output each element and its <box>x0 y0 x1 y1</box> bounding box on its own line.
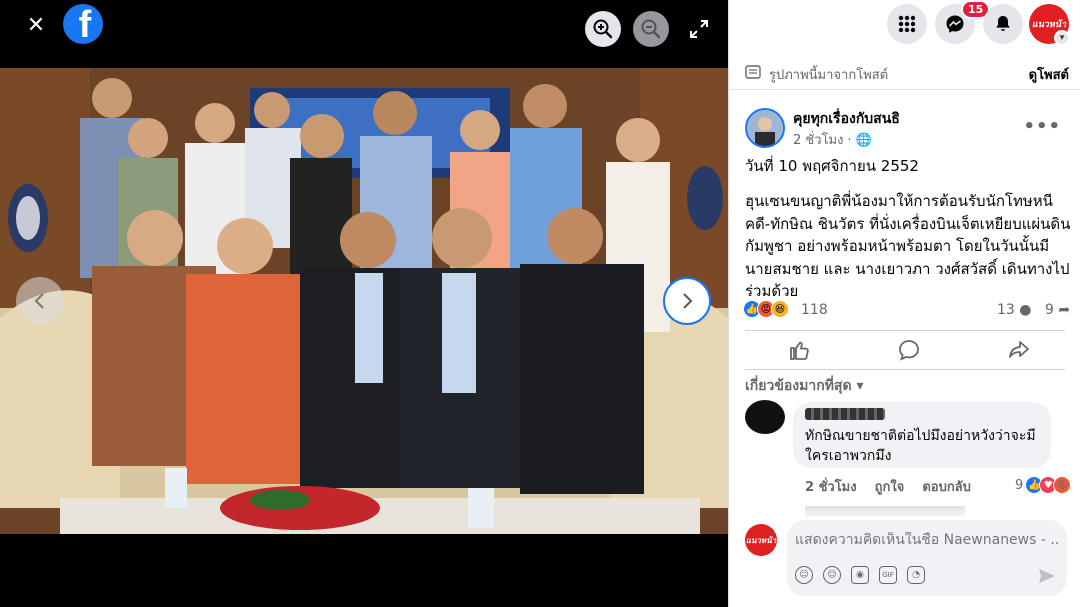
page-name[interactable]: คุยทุกเรื่องกับสนธิ <box>793 108 900 130</box>
comment-reaction-count: 9 <box>1015 477 1024 493</box>
post-actions <box>745 330 1065 370</box>
comment-time[interactable]: 2 ชั่วโมง <box>805 476 857 497</box>
angry-reaction-icon: 😡 <box>1053 476 1072 494</box>
page-avatar[interactable] <box>745 108 785 148</box>
reactions-bar: 👍 😡 😆 118 13 ● 9 ➦ <box>743 298 1073 322</box>
facebook-logo[interactable]: f <box>63 4 103 44</box>
share-count[interactable]: 9 ➦ <box>1045 302 1070 318</box>
zoom-in-icon <box>593 19 613 39</box>
my-avatar[interactable]: แนวหน้า <box>745 524 777 556</box>
menu-button[interactable] <box>887 4 927 44</box>
from-post-label: รูปภาพนี้มาจากโพสต์ <box>769 68 889 83</box>
comment-reply-button[interactable]: ตอบกลับ <box>922 476 971 497</box>
group-photo <box>0 68 728 534</box>
comment-reactions[interactable]: 9 👍 ♥ 😡 <box>1015 476 1072 494</box>
comment-composer: แนวหน้า ☺ ☺ ◉ GIF ◔ <box>729 520 1080 607</box>
previous-photo-button[interactable] <box>16 277 64 325</box>
post-body-text: ฮุนเซนขนญาติพี่น้องมาให้การต้อนรับนักโทษ… <box>745 192 1071 300</box>
group-photo-image <box>0 68 728 534</box>
notifications-button[interactable] <box>983 4 1023 44</box>
commenter-name-redacted[interactable] <box>805 408 885 420</box>
comment-like-button[interactable]: ถูกใจ <box>875 476 905 497</box>
post-icon <box>745 65 761 79</box>
grid-menu-icon <box>898 15 916 33</box>
more-replies-fade <box>805 506 965 516</box>
reaction-count[interactable]: 118 <box>801 302 828 318</box>
chevron-left-icon <box>34 293 44 309</box>
from-post-bar: รูปภาพนี้มาจากโพสต์ ดูโพสต์ <box>729 56 1080 90</box>
haha-reaction-icon: 😆 <box>771 300 789 318</box>
reaction-icons[interactable]: 👍 😡 😆 <box>743 300 789 318</box>
more-options-icon[interactable]: ••• <box>1023 116 1061 137</box>
post-timestamp[interactable]: 2 ชั่วโมง · 🌐 <box>793 129 872 150</box>
page-avatar-image <box>747 110 783 146</box>
send-icon[interactable] <box>1037 566 1057 586</box>
camera-icon[interactable]: ◉ <box>851 566 869 584</box>
comment-bubble: ทักษิณขายชาติต่อไปมึงอย่าหวังว่าจะมีใครเ… <box>793 402 1051 468</box>
share-count-icon: ➦ <box>1058 302 1071 318</box>
share-icon[interactable] <box>1007 338 1031 362</box>
comment-count-icon: ● <box>1019 302 1032 318</box>
comment-item: ทักษิณขายชาติต่อไปมึงอย่าหวังว่าจะมีใครเ… <box>741 400 1080 520</box>
comment-meta: 2 ชั่วโมง ถูกใจ ตอบกลับ <box>805 476 971 497</box>
view-post-link[interactable]: ดูโพสต์ <box>1029 64 1069 85</box>
post-panel: 15 แนวหน้า ▾ รูปภาพนี้มาจากโพสต์ ดูโพสต์ <box>728 0 1080 607</box>
close-icon[interactable]: ✕ <box>20 10 52 42</box>
post-date-line: วันที่ 10 พฤศจิกายน 2552 <box>745 157 919 175</box>
my-avatar-logo: แนวหน้า <box>745 535 777 545</box>
gif-icon[interactable]: GIF <box>879 566 897 584</box>
messenger-icon <box>946 15 964 33</box>
post-header: คุยทุกเรื่องกับสนธิ 2 ชั่วโมง · 🌐 ••• <box>729 102 1080 152</box>
commenter-avatar[interactable] <box>745 400 785 434</box>
zoom-in-button[interactable] <box>585 11 621 47</box>
photo-viewer: ✕ f <box>0 0 728 607</box>
fullscreen-icon[interactable] <box>688 18 710 40</box>
chevron-right-icon <box>683 293 693 309</box>
comment-count-value: 13 <box>997 302 1015 318</box>
next-photo-button[interactable] <box>663 277 711 325</box>
sticker-icon[interactable]: ◔ <box>907 566 925 584</box>
comment-icon[interactable] <box>897 338 921 362</box>
bell-icon <box>996 16 1010 31</box>
emoji-icon[interactable]: ☺ <box>823 566 841 584</box>
comment-box: ☺ ☺ ◉ GIF ◔ <box>787 520 1067 596</box>
zoom-out-icon <box>641 19 661 39</box>
avatar-sticker-icon[interactable]: ☺ <box>795 566 813 584</box>
top-bar: 15 แนวหน้า ▾ <box>729 0 1080 50</box>
comment-text: ทักษิณขายชาติต่อไปมึงอย่าหวังว่าจะมีใครเ… <box>805 428 1036 464</box>
zoom-out-button[interactable] <box>633 11 669 47</box>
composer-tools: ☺ ☺ ◉ GIF ◔ <box>795 566 925 584</box>
profile-logo: แนวหน้า <box>1031 20 1067 30</box>
facebook-logo-glyph: f <box>78 4 92 44</box>
comment-count[interactable]: 13 ● <box>997 302 1032 318</box>
comment-input[interactable] <box>795 532 1059 548</box>
like-icon[interactable] <box>787 338 811 362</box>
comment-sort-filter[interactable]: เกี่ยวข้องมากที่สุด ▾ <box>745 375 863 397</box>
share-count-value: 9 <box>1045 302 1054 318</box>
chevron-down-icon[interactable]: ▾ <box>1054 30 1070 46</box>
